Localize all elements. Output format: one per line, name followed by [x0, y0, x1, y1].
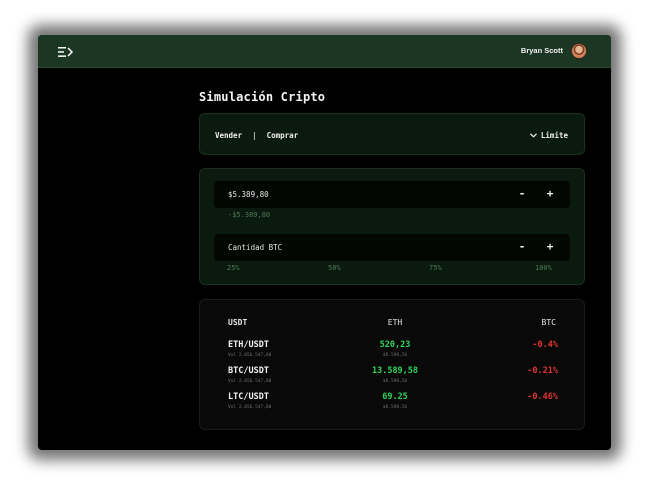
quantity-placeholder[interactable]: Cantidad BTC [228, 243, 282, 252]
pair-subprice: $8.598,56 [382, 353, 408, 358]
order-type-dropdown[interactable]: Limite [529, 131, 568, 140]
market-card: USDT ETH BTC ETH/USDT Vol 2.056.547,80 5… [199, 299, 585, 430]
trade-tabs: Vender | Comprar [215, 131, 298, 140]
pair-subprice: $8.598,56 [382, 405, 408, 410]
top-bar: Bryan Scott [38, 35, 611, 68]
price-minus-button[interactable]: - [516, 187, 528, 200]
pair-price: 520,23 [379, 340, 411, 350]
market-row[interactable]: ETH/USDT Vol 2.056.547,80 520,23 $8.598,… [200, 340, 586, 366]
pair-change: -0.46% [527, 392, 558, 402]
header-eth: ETH [387, 318, 403, 327]
market-row[interactable]: BTC/USDT Vol 2.056.547,80 13.589,58 $8.5… [200, 366, 586, 392]
order-form-card: $5.389,80 - + -$5.389,80 Cantidad BTC - … [199, 168, 585, 285]
price-value[interactable]: $5.389,80 [228, 190, 269, 199]
tab-separator: | [252, 131, 257, 140]
header-usdt: USDT [228, 318, 248, 327]
percent-75[interactable]: 75% [429, 264, 442, 272]
market-row[interactable]: LTC/USDT Vol 2.056.547,80 69.25 $8.598,5… [200, 392, 586, 418]
tab-buy[interactable]: Comprar [267, 131, 299, 140]
percent-50[interactable]: 50% [328, 264, 341, 272]
quantity-field[interactable]: Cantidad BTC - + [214, 234, 570, 261]
trade-mode-card: Vender | Comprar Limite [199, 113, 585, 155]
quantity-minus-button[interactable]: - [516, 240, 528, 253]
menu-collapse-icon[interactable] [58, 44, 76, 58]
user-name[interactable]: Bryan Scott [521, 46, 563, 55]
app-window: Bryan Scott Simulación Cripto Vender | Com… [38, 35, 611, 450]
pair-subprice: $8.598,56 [382, 379, 408, 384]
chevron-down-icon [529, 132, 537, 140]
percent-25[interactable]: 25% [227, 264, 240, 272]
header-btc: BTC [541, 318, 556, 327]
price-field[interactable]: $5.389,80 - + [214, 181, 570, 208]
pair-price: 13.589,58 [371, 366, 419, 376]
tab-sell[interactable]: Vender [215, 131, 242, 140]
price-subvalue: -$5.389,80 [228, 211, 271, 219]
pair-name: BTC/USDT [228, 366, 269, 376]
pair-volume: Vol 2.056.547,80 [228, 353, 272, 358]
quantity-plus-button[interactable]: + [544, 240, 556, 253]
page-title: Simulación Cripto [199, 90, 326, 104]
pair-change: -0.4% [532, 340, 558, 350]
order-type-label: Limite [540, 131, 568, 140]
pair-name: ETH/USDT [228, 340, 269, 350]
pair-name: LTC/USDT [228, 392, 269, 402]
price-plus-button[interactable]: + [544, 187, 556, 200]
percent-100[interactable]: 100% [535, 264, 552, 272]
pair-change: -0.21% [527, 366, 558, 376]
pair-volume: Vol 2.056.547,80 [228, 379, 272, 384]
pair-price: 69.25 [382, 392, 408, 402]
avatar[interactable] [571, 43, 587, 59]
pair-volume: Vol 2.056.547,80 [228, 405, 272, 410]
